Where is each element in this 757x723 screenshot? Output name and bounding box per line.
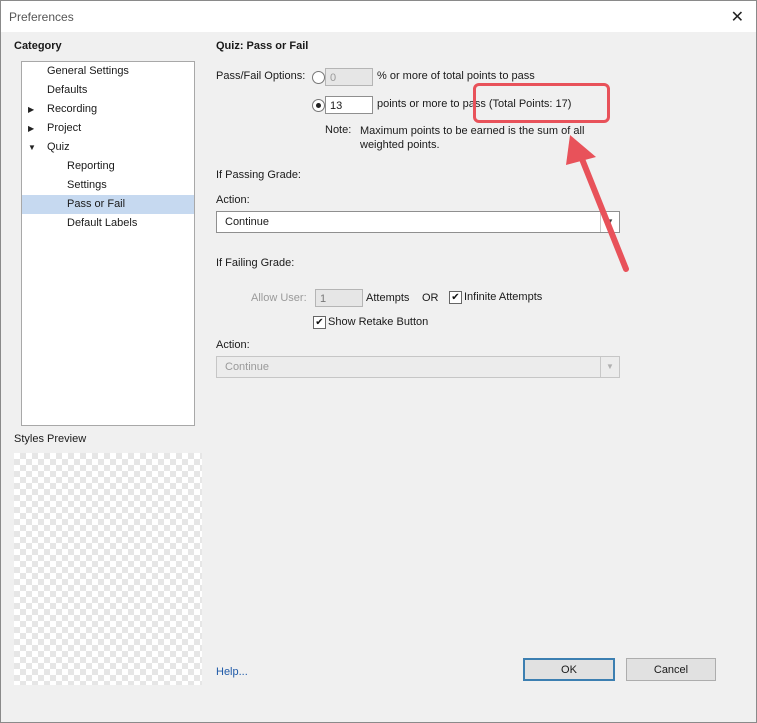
sidebar-item-quiz[interactable]: Quiz — [47, 138, 70, 157]
failing-action-label: Action: — [216, 339, 250, 351]
percent-input[interactable]: 0 — [325, 68, 373, 86]
show-retake-checkbox[interactable]: ✔ — [313, 316, 326, 329]
expand-project-icon[interactable]: ▶ — [28, 124, 34, 133]
sidebar-item-pass-or-fail[interactable]: Pass or Fail — [22, 195, 194, 214]
show-retake-label: Show Retake Button — [328, 316, 429, 328]
styles-preview — [14, 453, 202, 685]
window-title: Preferences — [9, 10, 74, 24]
pass-fail-options-label: Pass/Fail Options: — [216, 70, 306, 82]
preferences-dialog: Preferences ✕ Category General Settings … — [0, 0, 757, 723]
passing-action-value: Continue — [225, 216, 270, 228]
collapse-quiz-icon[interactable]: ▼ — [28, 143, 36, 152]
failing-action-select[interactable]: Continue ▼ — [216, 356, 620, 378]
category-tree[interactable]: General Settings Defaults ▶ Recording ▶ … — [21, 61, 195, 426]
category-label: Category — [14, 40, 62, 52]
infinite-attempts-checkbox[interactable]: ✔ — [449, 291, 462, 304]
sidebar-item-project[interactable]: Project — [47, 119, 81, 138]
sidebar-item-default-labels[interactable]: Default Labels — [67, 214, 137, 233]
annotation-highlight — [473, 83, 610, 123]
infinite-attempts-label: Infinite Attempts — [464, 291, 543, 303]
sidebar-item-settings[interactable]: Settings — [67, 176, 107, 195]
annotation-arrow-icon — [566, 135, 629, 272]
help-link[interactable]: Help... — [216, 666, 248, 678]
passing-action-label: Action: — [216, 194, 250, 206]
attempts-input[interactable]: 1 — [315, 289, 363, 307]
points-input[interactable]: 13 — [325, 96, 373, 114]
sidebar-item-reporting[interactable]: Reporting — [67, 157, 115, 176]
passing-grade-heading: If Passing Grade: — [216, 169, 301, 181]
points-option-radio[interactable] — [312, 99, 325, 112]
sidebar-item-label: Pass or Fail — [67, 198, 126, 210]
styles-preview-label: Styles Preview — [14, 433, 87, 445]
sidebar-item-recording[interactable]: Recording — [47, 100, 97, 119]
failing-grade-heading: If Failing Grade: — [216, 257, 295, 269]
close-icon[interactable]: ✕ — [731, 7, 744, 27]
percent-option-label: % or more of total points to pass — [377, 70, 535, 82]
sidebar-item-defaults[interactable]: Defaults — [47, 81, 87, 100]
page-title: Quiz: Pass or Fail — [216, 40, 309, 52]
note-label: Note: — [325, 124, 352, 136]
title-bar: Preferences ✕ — [1, 1, 756, 32]
ok-button[interactable]: OK — [523, 658, 615, 681]
cancel-button[interactable]: Cancel — [626, 658, 716, 681]
expand-recording-icon[interactable]: ▶ — [28, 105, 34, 114]
or-label: OR — [422, 292, 439, 304]
attempts-label: Attempts — [366, 292, 410, 304]
allow-user-label: Allow User: — [251, 292, 307, 304]
chevron-down-icon: ▼ — [600, 357, 619, 377]
sidebar-item-general-settings[interactable]: General Settings — [47, 62, 129, 81]
failing-action-value: Continue — [225, 361, 270, 373]
percent-option-radio[interactable] — [312, 71, 325, 84]
